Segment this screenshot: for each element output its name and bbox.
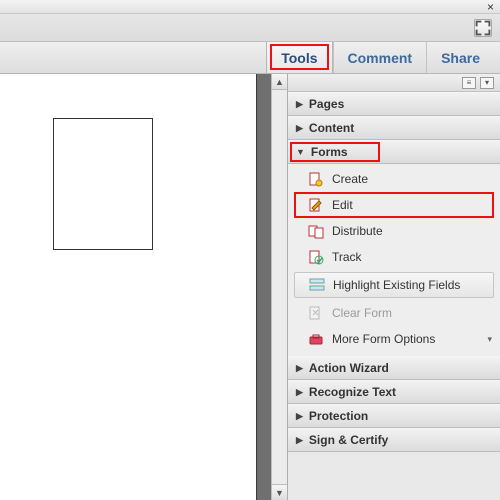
- expand-fullscreen-button[interactable]: [474, 19, 492, 37]
- tab-bar: Tools Comment Share: [0, 42, 500, 74]
- section-label: Recognize Text: [309, 385, 396, 399]
- item-label: Edit: [332, 198, 353, 212]
- scroll-down-icon[interactable]: ▼: [272, 484, 287, 500]
- section-label: Forms: [311, 145, 348, 159]
- tab-share[interactable]: Share: [426, 42, 494, 73]
- section-header-sign-certify[interactable]: ▶ Sign & Certify: [288, 428, 500, 452]
- document-viewport: ▲ ▼: [0, 74, 287, 500]
- section-label: Action Wizard: [309, 361, 389, 375]
- section-header-content[interactable]: ▶ Content: [288, 116, 500, 140]
- forms-item-track[interactable]: Track: [288, 244, 500, 270]
- forms-item-more-options[interactable]: More Form Options ▾: [288, 326, 500, 352]
- close-icon[interactable]: ×: [487, 0, 494, 14]
- highlight-fields-icon: [309, 277, 325, 293]
- tab-label: Share: [441, 50, 480, 66]
- forms-item-create[interactable]: Create: [288, 166, 500, 192]
- forms-item-clear-form: Clear Form: [288, 300, 500, 326]
- item-label: More Form Options: [332, 332, 435, 346]
- toolbox-icon: [308, 331, 324, 347]
- tab-tools[interactable]: Tools: [266, 42, 332, 73]
- form-create-icon: [308, 171, 324, 187]
- page-thumbnail[interactable]: [53, 118, 153, 250]
- item-label: Distribute: [332, 224, 383, 238]
- section-header-forms[interactable]: ▼ Forms: [288, 140, 500, 164]
- side-panel-toolstrip: ≡ ▾: [288, 74, 500, 92]
- triangle-right-icon: ▶: [296, 123, 303, 134]
- tab-label: Tools: [281, 50, 317, 66]
- forms-section-body: Create Edit Distribute Track Highlight E…: [288, 164, 500, 356]
- section-label: Protection: [309, 409, 368, 423]
- section-header-pages[interactable]: ▶ Pages: [288, 92, 500, 116]
- section-header-action-wizard[interactable]: ▶ Action Wizard: [288, 356, 500, 380]
- section-header-protection[interactable]: ▶ Protection: [288, 404, 500, 428]
- triangle-right-icon: ▶: [296, 387, 303, 398]
- form-distribute-icon: [308, 223, 324, 239]
- forms-item-edit[interactable]: Edit: [288, 192, 500, 218]
- triangle-right-icon: ▶: [296, 411, 303, 422]
- item-label: Clear Form: [332, 306, 392, 320]
- main-area: ▲ ▼ ≡ ▾ ▶ Pages ▶ Content ▼ Forms Create: [0, 74, 500, 500]
- item-label: Highlight Existing Fields: [333, 278, 460, 292]
- vertical-scrollbar[interactable]: ▲ ▼: [271, 74, 287, 500]
- triangle-down-icon: ▼: [296, 147, 305, 157]
- forms-item-distribute[interactable]: Distribute: [288, 218, 500, 244]
- upper-toolbar: [0, 14, 500, 42]
- triangle-right-icon: ▶: [296, 435, 303, 446]
- scroll-up-icon[interactable]: ▲: [272, 74, 287, 90]
- tools-side-panel: ≡ ▾ ▶ Pages ▶ Content ▼ Forms Create Edi…: [287, 74, 500, 500]
- tab-label: Comment: [348, 50, 413, 66]
- section-header-recognize-text[interactable]: ▶ Recognize Text: [288, 380, 500, 404]
- triangle-right-icon: ▶: [296, 99, 303, 110]
- form-edit-icon: [308, 197, 324, 213]
- panel-dropdown-icon[interactable]: ▾: [480, 77, 494, 89]
- section-label: Pages: [309, 97, 344, 111]
- title-bar: ×: [0, 0, 500, 14]
- item-label: Create: [332, 172, 368, 186]
- section-label: Sign & Certify: [309, 433, 388, 447]
- section-label: Content: [309, 121, 354, 135]
- panel-menu-icon[interactable]: ≡: [462, 77, 476, 89]
- item-label: Track: [332, 250, 362, 264]
- chevron-down-icon: ▾: [487, 334, 492, 345]
- clear-form-icon: [308, 305, 324, 321]
- tab-comment[interactable]: Comment: [333, 42, 427, 73]
- form-track-icon: [308, 249, 324, 265]
- triangle-right-icon: ▶: [296, 363, 303, 374]
- forms-item-highlight-existing-fields[interactable]: Highlight Existing Fields: [294, 272, 494, 298]
